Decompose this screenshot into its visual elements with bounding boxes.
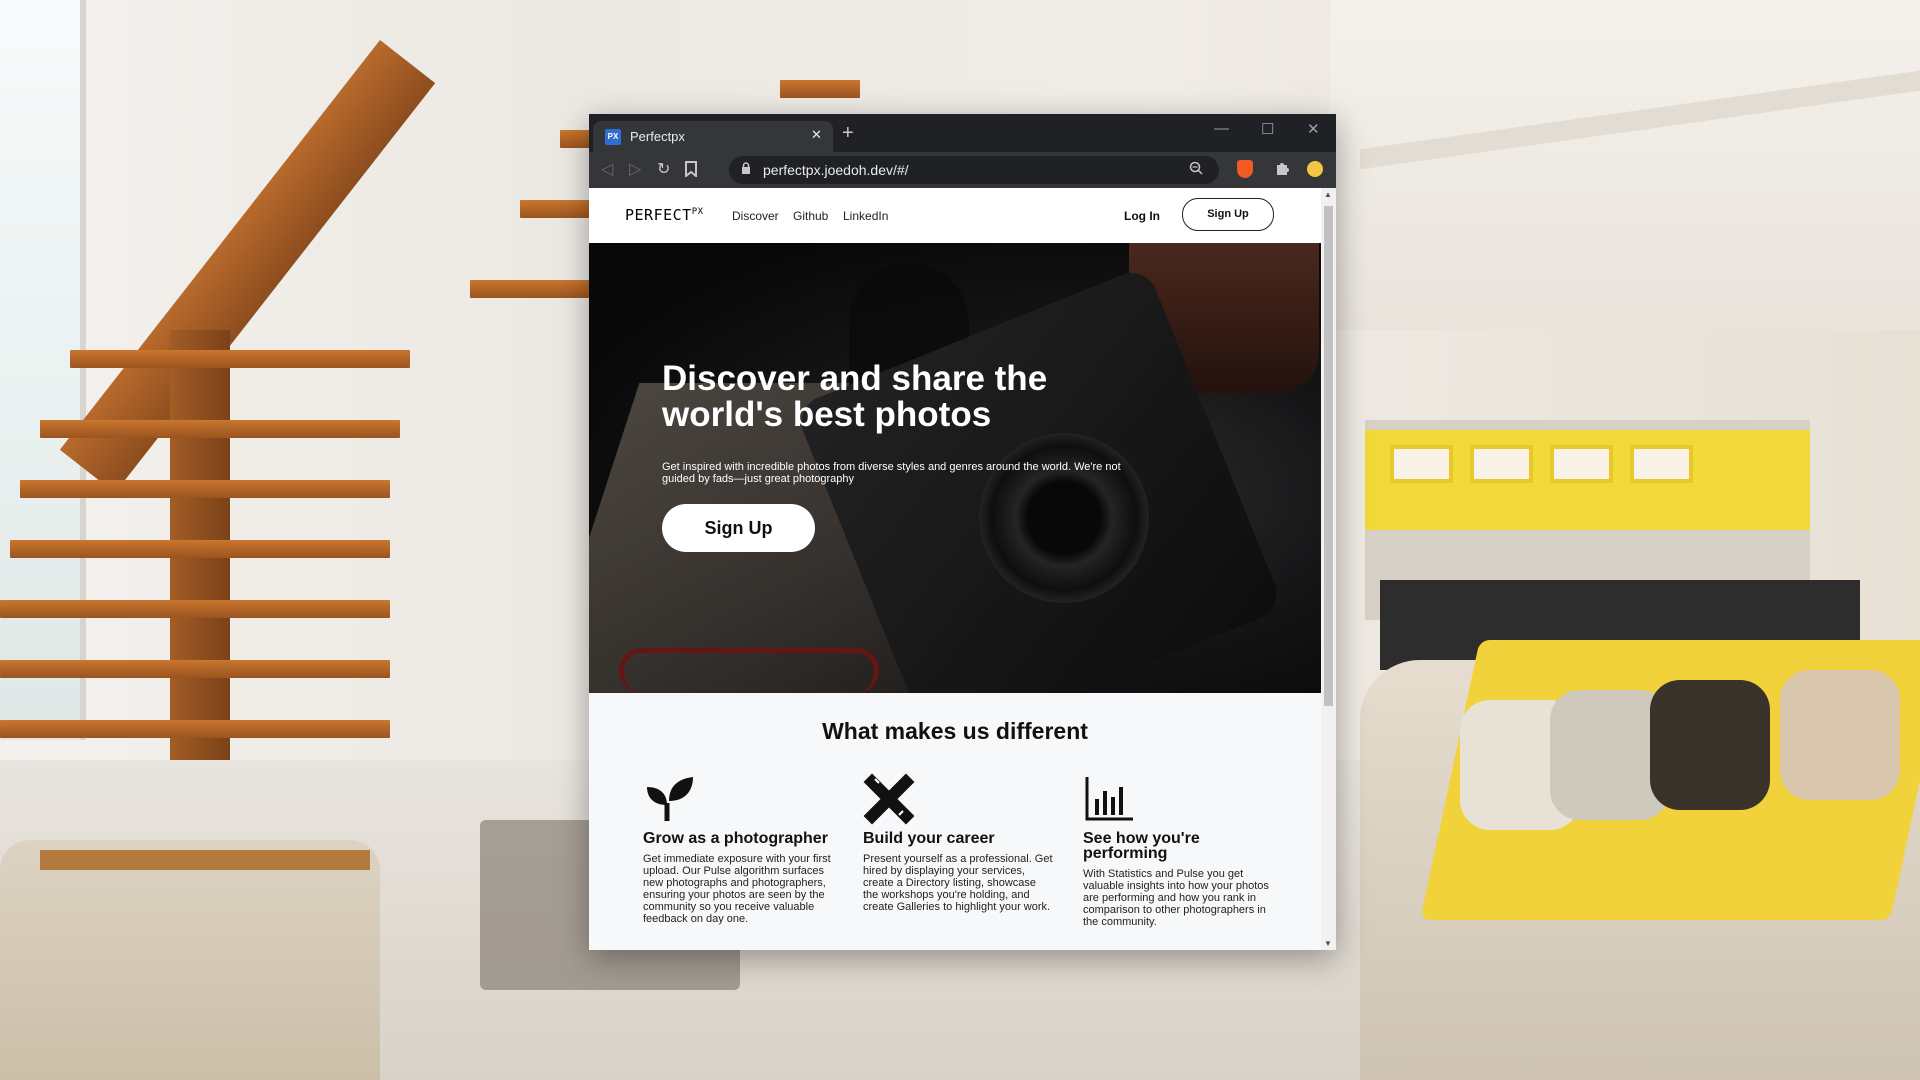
perfectpx-favicon-icon: PX	[605, 129, 621, 145]
brave-shield-icon[interactable]	[1237, 160, 1253, 178]
wallpaper-shelf-cell	[1630, 445, 1693, 483]
hero-signup-button[interactable]: Sign Up	[662, 504, 815, 552]
url-text: perfectpx.joedoh.dev/#/	[763, 162, 909, 178]
tab-strip: PX Perfectpx ✕ + — ☐ ✕	[589, 114, 1336, 152]
extensions-puzzle-icon[interactable]	[1275, 160, 1291, 181]
feature-title: See how you're performing	[1083, 830, 1200, 862]
sprout-icon	[643, 773, 695, 825]
wallpaper-stair-step	[470, 280, 590, 298]
new-tab-icon[interactable]: +	[842, 123, 854, 143]
forward-icon[interactable]: ▷	[629, 161, 641, 179]
wallpaper-ceiling	[1330, 0, 1920, 330]
wallpaper-stair-step	[10, 540, 390, 558]
wallpaper-shelf-cell	[1390, 445, 1453, 483]
maximize-icon[interactable]: ☐	[1261, 120, 1274, 138]
wallpaper-window	[0, 0, 86, 740]
wallpaper-stair-step	[40, 420, 400, 438]
bookmark-icon[interactable]	[685, 161, 697, 182]
wallpaper-stair-step	[0, 720, 390, 738]
feature-career: Build your career Present yourself as a …	[863, 773, 1053, 913]
nav-link-discover[interactable]: Discover	[732, 209, 779, 223]
wallpaper-shelf-cell	[1470, 445, 1533, 483]
nav-link-github[interactable]: Github	[793, 209, 828, 223]
scrollbar-thumb[interactable]	[1324, 206, 1333, 706]
tab-title: Perfectpx	[630, 129, 685, 144]
pencil-ruler-icon	[863, 773, 915, 825]
wallpaper-stair-step	[20, 480, 390, 498]
window-close-icon[interactable]: ✕	[1307, 120, 1320, 138]
page-viewport: PERFECTPX Discover Github LinkedIn Log I…	[589, 188, 1336, 950]
site-navbar: PERFECTPX Discover Github LinkedIn Log I…	[589, 188, 1321, 243]
wallpaper-stair-step	[780, 80, 860, 98]
feature-desc: With Statistics and Pulse you get valuab…	[1083, 868, 1269, 928]
logo-sup: PX	[691, 207, 704, 217]
hero-title: Discover and share the world's best phot…	[662, 359, 1048, 434]
browser-toolbar: ◁ ▷ ↻ perfectpx.joedoh.dev/#/	[589, 152, 1336, 188]
feature-desc: Get immediate exposure with your first u…	[643, 853, 831, 925]
address-bar[interactable]: perfectpx.joedoh.dev/#/	[729, 156, 1219, 184]
tab-close-icon[interactable]: ✕	[811, 127, 822, 143]
minimize-icon[interactable]: —	[1214, 120, 1229, 137]
perfectpx-logo[interactable]: PERFECTPX	[625, 206, 704, 224]
page-scrollbar[interactable]: ▲ ▼	[1321, 188, 1336, 950]
profile-avatar-icon[interactable]	[1307, 161, 1323, 177]
wallpaper-pillow	[1650, 680, 1770, 810]
reload-icon[interactable]: ↻	[657, 161, 670, 179]
scroll-down-icon[interactable]: ▼	[1324, 939, 1332, 948]
nav-link-linkedin[interactable]: LinkedIn	[843, 209, 888, 223]
wallpaper-shelf-cell	[1550, 445, 1613, 483]
login-link[interactable]: Log In	[1124, 209, 1160, 223]
logo-text: PERFECT	[625, 206, 692, 224]
feature-title: Build your career	[863, 830, 995, 847]
feature-grow: Grow as a photographer Get immediate exp…	[643, 773, 833, 925]
feature-desc: Present yourself as a professional. Get …	[863, 853, 1053, 913]
feature-title: Grow as a photographer	[643, 830, 828, 847]
hero-section: Discover and share the world's best phot…	[589, 243, 1321, 693]
wallpaper-pillow	[1780, 670, 1900, 800]
tab-perfectpx[interactable]: PX Perfectpx ✕	[593, 121, 833, 152]
back-icon[interactable]: ◁	[601, 161, 613, 179]
wallpaper-chair-frame	[40, 850, 370, 870]
feature-performance: See how you're performing With Statistic…	[1083, 773, 1273, 928]
wallpaper-chair	[0, 840, 380, 1080]
zoom-icon[interactable]	[1189, 161, 1203, 178]
section-title: What makes us different	[822, 718, 1088, 744]
wallpaper-stair-step	[0, 600, 390, 618]
lock-icon	[741, 162, 751, 178]
wallpaper-stair-step	[0, 660, 390, 678]
scroll-up-icon[interactable]: ▲	[1324, 190, 1332, 199]
hero-subtitle: Get inspired with incredible photos from…	[662, 461, 1121, 485]
bar-chart-icon	[1083, 773, 1135, 825]
header-signup-button[interactable]: Sign Up	[1182, 198, 1274, 231]
browser-window: PX Perfectpx ✕ + — ☐ ✕ ◁ ▷ ↻ perfectpx.j…	[589, 114, 1336, 950]
wallpaper-stair-step	[70, 350, 410, 368]
